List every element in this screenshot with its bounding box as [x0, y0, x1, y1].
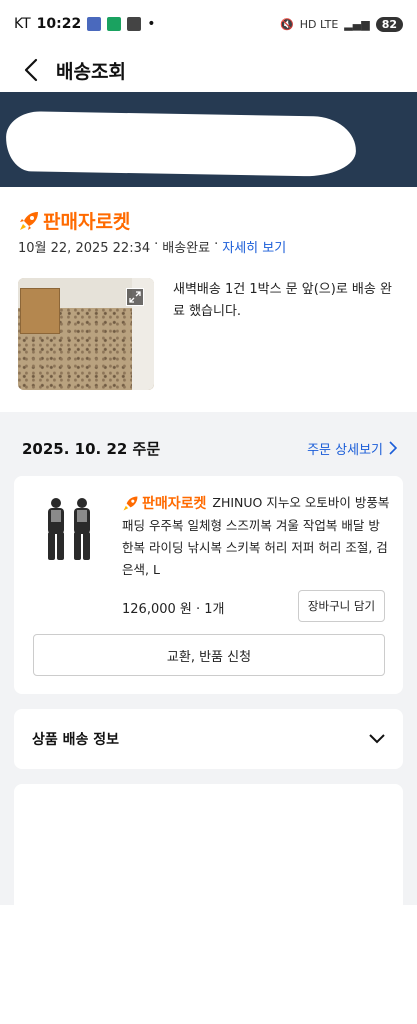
page-title: 배송조회	[56, 60, 126, 83]
rocket-icon	[20, 211, 38, 230]
status-bar: KT 10:22 • 🔇 HD LTE ▂▄▆ 82	[0, 0, 417, 48]
order-header: 2025. 10. 22 주문 주문 상세보기	[0, 428, 417, 468]
shipping-info-toggle[interactable]: 상품 배송 정보	[14, 709, 403, 769]
product-card: 판매자로켓 ZHINUO 지누오 오토바이 방풍복 패딩 우주복 일체형 스즈끼…	[14, 476, 403, 694]
redaction-mask-bottom	[0, 905, 417, 1024]
exchange-return-button[interactable]: 교환, 반품 신청	[33, 634, 385, 676]
back-button[interactable]	[16, 55, 46, 85]
meta-separator: ·	[154, 237, 159, 252]
product-brand-badge: 판매자로켓	[122, 493, 206, 515]
photo-parcel	[20, 288, 60, 334]
delivery-meta: 10월 22, 2025 22:34 · 배송완료 · 자세히 보기	[18, 237, 286, 256]
chevron-down-icon	[369, 734, 385, 744]
expand-photo-button[interactable]	[126, 288, 144, 306]
delivery-status-card: 판매자로켓 10월 22, 2025 22:34 · 배송완료 · 자세히 보기…	[0, 187, 417, 412]
order-detail-link[interactable]: 주문 상세보기	[307, 439, 397, 458]
app-notification-icon	[107, 17, 122, 31]
order-detail-label: 주문 상세보기	[307, 442, 383, 458]
mute-icon: 🔇	[280, 17, 294, 31]
product-thumbnail[interactable]	[38, 494, 102, 564]
chevron-right-icon	[389, 441, 397, 455]
brand-badge: 판매자로켓	[18, 207, 130, 234]
order-date: 2025. 10. 22 주문	[22, 439, 161, 458]
app-bar: 배송조회	[0, 48, 417, 92]
shipping-info-title: 상품 배송 정보	[32, 732, 120, 748]
delivery-status: 배송완료	[162, 241, 211, 256]
network-indicators: HD LTE	[299, 17, 339, 31]
carrier-label: KT	[14, 16, 31, 32]
delivery-photo[interactable]	[18, 278, 154, 390]
signal-icon: ▂▄▆	[344, 17, 370, 31]
rocket-icon	[123, 496, 138, 511]
more-dot-icon: •	[147, 16, 156, 32]
header-banner	[0, 92, 417, 187]
price-row: 126,000 원 · 1개	[122, 598, 225, 617]
add-to-cart-button[interactable]: 장바구니 담기	[298, 590, 385, 622]
redaction-mask	[5, 110, 357, 178]
product-price: 126,000 원	[122, 602, 192, 617]
detail-link[interactable]: 자세히 보기	[222, 237, 286, 256]
battery-badge: 82	[375, 16, 403, 32]
product-brand-label: 판매자로켓	[142, 495, 207, 512]
clock: 10:22	[36, 16, 82, 32]
chevron-left-icon	[24, 58, 38, 82]
teams-icon	[87, 17, 102, 31]
cc-icon	[127, 17, 142, 31]
delivery-datetime: 10월 22, 2025 22:34	[18, 241, 151, 256]
expand-icon	[129, 291, 141, 303]
delivery-message: 새벽배송 1건 1박스 문 앞(으)로 배송 완료 했습니다.	[173, 282, 392, 319]
product-quantity: 1개	[204, 602, 225, 617]
brand-label: 판매자로켓	[43, 211, 131, 233]
meta-separator: ·	[214, 237, 219, 252]
product-info[interactable]: 판매자로켓 ZHINUO 지누오 오토바이 방풍복 패딩 우주복 일체형 스즈끼…	[122, 492, 390, 581]
